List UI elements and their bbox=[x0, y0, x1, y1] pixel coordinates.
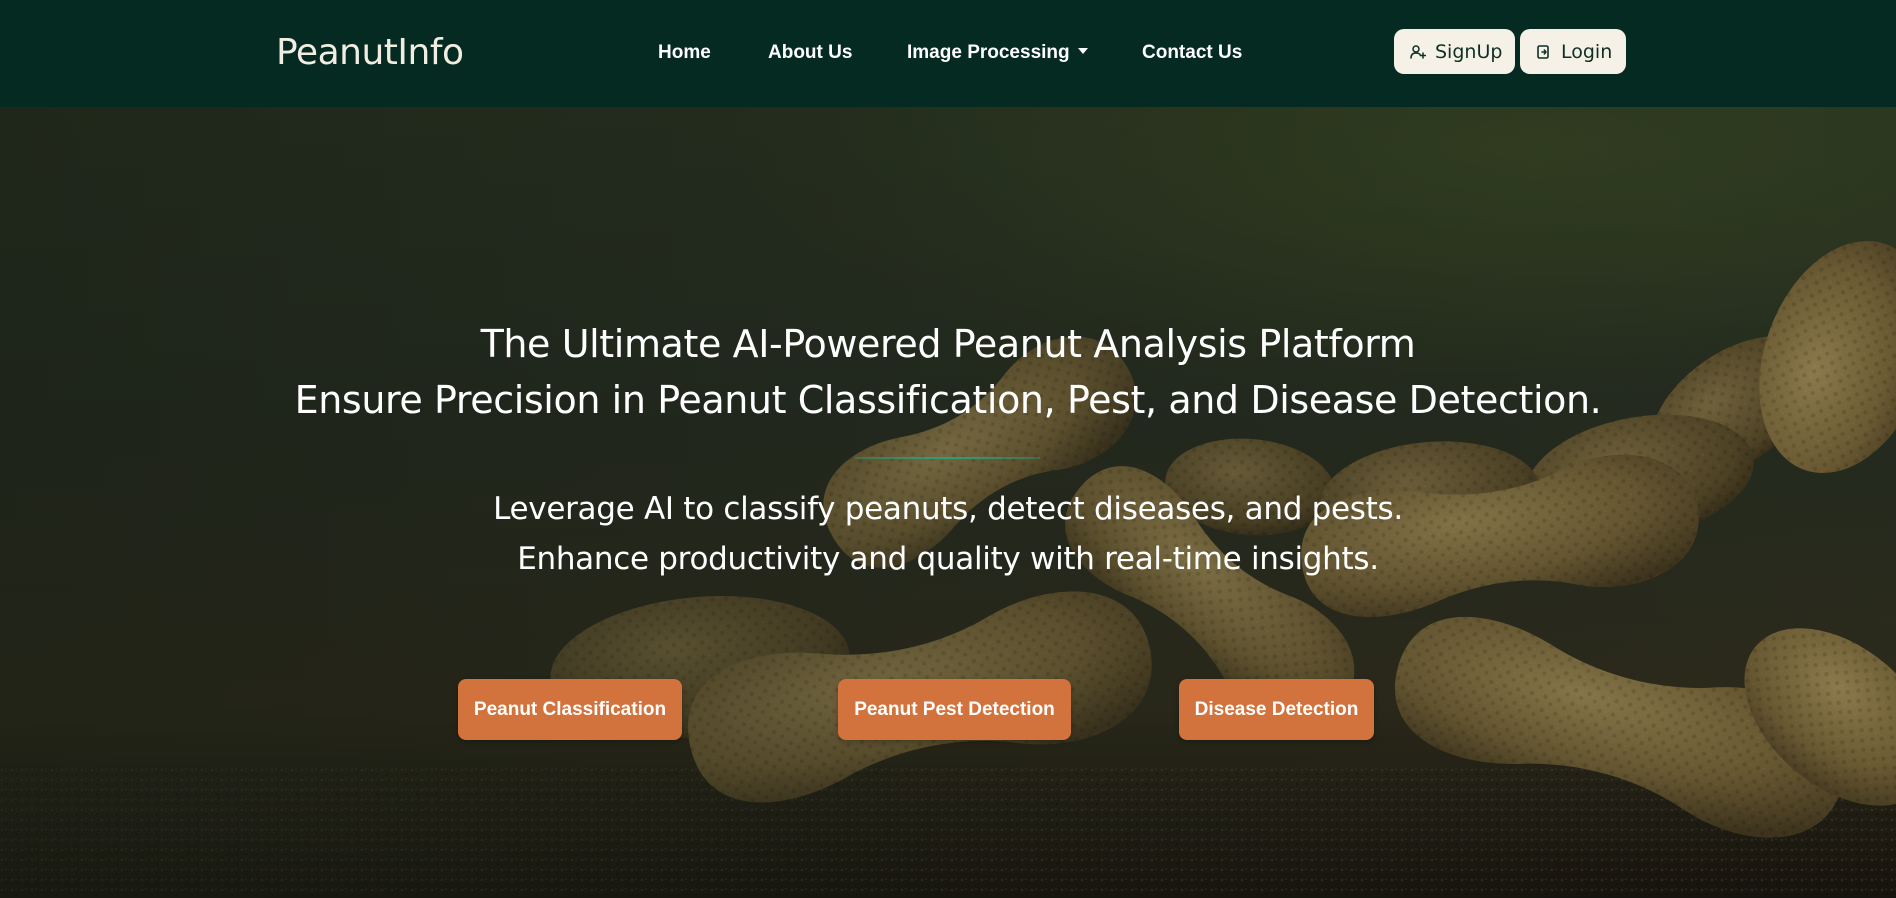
hero-section: The Ultimate AI-Powered Peanut Analysis … bbox=[0, 107, 1896, 898]
disease-detection-button[interactable]: Disease Detection bbox=[1179, 679, 1374, 740]
nav-image-processing-label: Image Processing bbox=[907, 42, 1070, 63]
hero-subline-line-1: Leverage AI to classify peanuts, detect … bbox=[493, 491, 1403, 527]
peanut-pest-detection-button[interactable]: Peanut Pest Detection bbox=[838, 679, 1071, 740]
peanut-classification-button[interactable]: Peanut Classification bbox=[458, 679, 682, 740]
signup-label: SignUp bbox=[1435, 40, 1503, 63]
signup-button[interactable]: SignUp bbox=[1394, 29, 1515, 74]
nav-about-link[interactable]: About Us bbox=[768, 38, 852, 68]
caret-down-icon bbox=[1077, 48, 1088, 54]
brand-logo[interactable]: PeanutInfo bbox=[276, 29, 464, 77]
hero-divider bbox=[855, 457, 1040, 459]
hero-headline-line-1: The Ultimate AI-Powered Peanut Analysis … bbox=[480, 322, 1416, 366]
login-icon bbox=[1537, 44, 1549, 59]
top-navbar: PeanutInfo Home About Us Image Processin… bbox=[0, 0, 1896, 107]
nav-home-link[interactable]: Home bbox=[658, 38, 711, 68]
nav-contact-link[interactable]: Contact Us bbox=[1142, 38, 1242, 68]
login-label: Login bbox=[1561, 40, 1613, 63]
hero-subline-line-2: Enhance productivity and quality with re… bbox=[517, 541, 1379, 577]
nav-image-processing-dropdown[interactable]: Image Processing bbox=[907, 38, 1088, 68]
hero-headline-line-2: Ensure Precision in Peanut Classificatio… bbox=[294, 378, 1602, 422]
user-plus-icon bbox=[1410, 44, 1426, 59]
login-button[interactable]: Login bbox=[1520, 29, 1626, 74]
